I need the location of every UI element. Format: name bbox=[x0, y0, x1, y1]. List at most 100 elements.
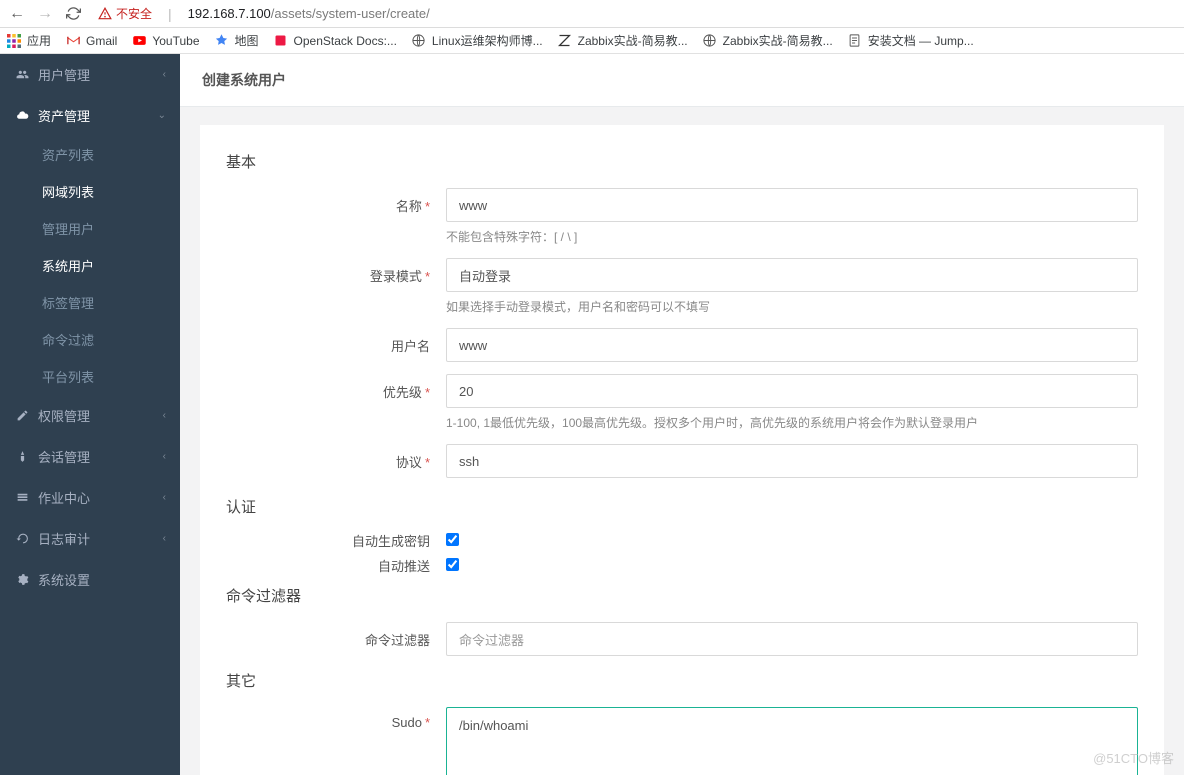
bookmark-jump[interactable]: 安装文档 — Jump... bbox=[847, 32, 974, 49]
form-row-cmd-filter: 命令过滤器 命令过滤器 bbox=[226, 616, 1138, 656]
name-input[interactable] bbox=[446, 188, 1138, 222]
form-row-protocol: 协议* ssh bbox=[226, 438, 1138, 478]
apps-icon bbox=[6, 33, 22, 49]
sudo-textarea[interactable] bbox=[446, 707, 1138, 775]
form-panel: 基本 名称* 不能包含特殊字符：[ / \ ] 登录模式* 自动登录 如果选择手… bbox=[200, 125, 1164, 775]
cmd-filter-select[interactable]: 命令过滤器 bbox=[446, 622, 1138, 656]
chevron-left-icon: ‹ bbox=[163, 533, 166, 544]
bookmark-maps[interactable]: 地图 bbox=[214, 32, 259, 49]
main-content: 创建系统用户 基本 名称* 不能包含特殊字符：[ / \ ] 登录模式* 自动登… bbox=[180, 54, 1184, 775]
bookmark-zabbix2[interactable]: Zabbix实战-简易教... bbox=[702, 32, 833, 49]
sidebar-item-session-mgmt[interactable]: 会话管理 ‹ bbox=[0, 436, 180, 477]
gmail-icon bbox=[65, 33, 81, 49]
bookmark-label: Gmail bbox=[86, 34, 117, 48]
priority-input[interactable] bbox=[446, 374, 1138, 408]
url-host: 192.168.7.100 bbox=[188, 6, 271, 21]
sidebar-item-perm-mgmt[interactable]: 权限管理 ‹ bbox=[0, 395, 180, 436]
security-label: 不安全 bbox=[116, 5, 152, 22]
sidebar-item-tag-mgmt[interactable]: 标签管理 bbox=[0, 284, 180, 321]
youtube-icon bbox=[131, 33, 147, 49]
form-row-username: 用户名 bbox=[226, 322, 1138, 362]
sidebar-item-sys-settings[interactable]: 系统设置 bbox=[0, 559, 180, 600]
sidebar-item-label: 权限管理 bbox=[38, 406, 90, 425]
sidebar-item-domain-list[interactable]: 网域列表 bbox=[0, 173, 180, 210]
form-row-auto-gen-key: 自动生成密钥 bbox=[226, 527, 1138, 550]
sidebar-item-label: 作业中心 bbox=[38, 488, 90, 507]
priority-help: 1-100, 1最低优先级，100最高优先级。授权多个用户时，高优先级的系统用户… bbox=[446, 414, 1138, 432]
name-help: 不能包含特殊字符：[ / \ ] bbox=[446, 228, 1138, 246]
sidebar-item-label: 系统用户 bbox=[42, 259, 94, 274]
chevron-down-icon: ⌄ bbox=[158, 110, 166, 121]
bookmark-linux[interactable]: Linux运维架构师博... bbox=[411, 32, 543, 49]
form-row-name: 名称* 不能包含特殊字符：[ / \ ] bbox=[226, 182, 1138, 246]
bookmark-label: Linux运维架构师博... bbox=[432, 32, 543, 49]
gears-icon bbox=[14, 573, 30, 586]
maps-icon bbox=[214, 33, 230, 49]
zabbix-icon bbox=[557, 33, 573, 49]
sidebar-item-label: 资产管理 bbox=[38, 106, 90, 125]
sidebar-item-label: 资产列表 bbox=[42, 148, 94, 163]
bookmark-gmail[interactable]: Gmail bbox=[65, 33, 117, 49]
sidebar-item-system-user[interactable]: 系统用户 bbox=[0, 247, 180, 284]
sidebar-item-label: 管理用户 bbox=[42, 222, 94, 237]
bookmark-openstack[interactable]: OpenStack Docs:... bbox=[273, 33, 397, 49]
section-auth: 认证 bbox=[226, 496, 1138, 517]
sidebar-item-label: 用户管理 bbox=[38, 65, 90, 84]
form-row-sudo: Sudo* 使用逗号分隔多个命令，如: /bin/whoami,/sbin/if… bbox=[226, 701, 1138, 775]
sidebar-item-platform-list[interactable]: 平台列表 bbox=[0, 358, 180, 395]
sidebar-item-label: 日志审计 bbox=[38, 529, 90, 548]
cmd-filter-label: 命令过滤器 bbox=[226, 622, 446, 649]
reload-icon[interactable] bbox=[64, 5, 82, 23]
security-warning[interactable]: 不安全 bbox=[98, 5, 152, 22]
document-icon bbox=[847, 33, 863, 49]
chevron-left-icon: ‹ bbox=[163, 492, 166, 503]
bookmark-label: 应用 bbox=[27, 32, 51, 49]
bookmark-youtube[interactable]: YouTube bbox=[131, 33, 199, 49]
page-header: 创建系统用户 bbox=[180, 54, 1184, 107]
form-row-login-mode: 登录模式* 自动登录 如果选择手动登录模式，用户名和密码可以不填写 bbox=[226, 252, 1138, 316]
auto-push-checkbox[interactable] bbox=[446, 558, 459, 571]
sidebar-item-label: 会话管理 bbox=[38, 447, 90, 466]
watermark: @51CTO博客 bbox=[1093, 748, 1174, 767]
sidebar-item-log-audit[interactable]: 日志审计 ‹ bbox=[0, 518, 180, 559]
username-input[interactable] bbox=[446, 328, 1138, 362]
sidebar-item-label: 平台列表 bbox=[42, 370, 94, 385]
sidebar-item-asset-list[interactable]: 资产列表 bbox=[0, 136, 180, 173]
bookmark-zabbix1[interactable]: Zabbix实战-简易教... bbox=[557, 32, 688, 49]
history-icon bbox=[14, 532, 30, 545]
url-path: /assets/system-user/create/ bbox=[271, 6, 430, 21]
cloud-icon bbox=[14, 109, 30, 122]
auto-push-label: 自动推送 bbox=[226, 554, 446, 575]
openstack-icon bbox=[273, 33, 289, 49]
section-cmdfilter: 命令过滤器 bbox=[226, 585, 1138, 606]
sidebar-item-label: 标签管理 bbox=[42, 296, 94, 311]
form-row-priority: 优先级* 1-100, 1最低优先级，100最高优先级。授权多个用户时，高优先级… bbox=[226, 368, 1138, 432]
sidebar-item-user-mgmt[interactable]: 用户管理 ‹ bbox=[0, 54, 180, 95]
username-label: 用户名 bbox=[226, 328, 446, 355]
app-container: 用户管理 ‹ 资产管理 ⌄ 资产列表 网域列表 管理用户 系统用户 标签管理 命… bbox=[0, 54, 1184, 775]
bookmark-apps[interactable]: 应用 bbox=[6, 32, 51, 49]
protocol-select[interactable]: ssh bbox=[446, 444, 1138, 478]
name-label: 名称* bbox=[226, 188, 446, 215]
login-mode-help: 如果选择手动登录模式，用户名和密码可以不填写 bbox=[446, 298, 1138, 316]
section-other: 其它 bbox=[226, 670, 1138, 691]
globe-icon bbox=[411, 33, 427, 49]
rocket-icon bbox=[14, 450, 30, 463]
forward-icon[interactable]: → bbox=[36, 5, 54, 23]
sidebar-item-cmd-filter[interactable]: 命令过滤 bbox=[0, 321, 180, 358]
priority-label: 优先级* bbox=[226, 374, 446, 401]
sidebar-item-label: 系统设置 bbox=[38, 570, 90, 589]
url-display[interactable]: 192.168.7.100/assets/system-user/create/ bbox=[188, 6, 430, 21]
auto-gen-key-label: 自动生成密钥 bbox=[226, 529, 446, 550]
bookmark-label: OpenStack Docs:... bbox=[294, 34, 397, 48]
sidebar-item-asset-mgmt[interactable]: 资产管理 ⌄ bbox=[0, 95, 180, 136]
back-icon[interactable]: ← bbox=[8, 5, 26, 23]
login-mode-select[interactable]: 自动登录 bbox=[446, 258, 1138, 292]
sudo-label: Sudo* bbox=[226, 707, 446, 730]
sidebar-item-label: 命令过滤 bbox=[42, 333, 94, 348]
sidebar-item-admin-user[interactable]: 管理用户 bbox=[0, 210, 180, 247]
auto-gen-key-checkbox[interactable] bbox=[446, 533, 459, 546]
sidebar-item-job-center[interactable]: 作业中心 ‹ bbox=[0, 477, 180, 518]
bookmark-label: 安装文档 — Jump... bbox=[868, 32, 974, 49]
stack-icon bbox=[14, 491, 30, 504]
